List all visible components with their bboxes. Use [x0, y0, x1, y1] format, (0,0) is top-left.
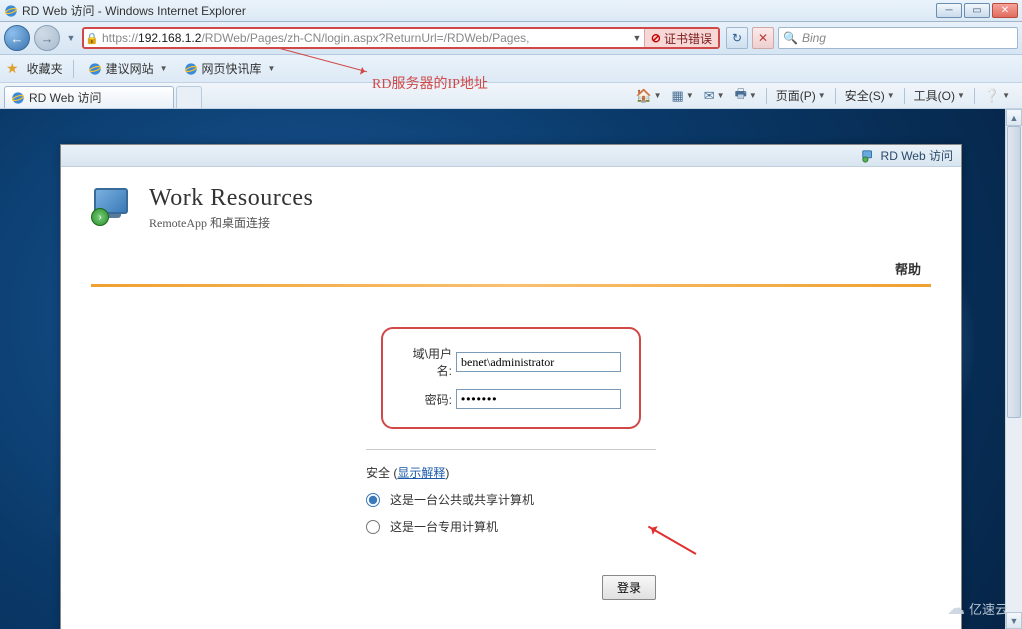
ie-icon	[4, 4, 18, 18]
watermark-text: 亿速云	[969, 599, 1008, 618]
separator	[766, 88, 767, 104]
nav-history-dropdown[interactable]: ▼	[64, 33, 78, 43]
ie-icon	[184, 62, 198, 76]
option-public[interactable]: 这是一台公共或共享计算机	[366, 491, 656, 508]
radio-private[interactable]	[366, 520, 380, 534]
option-private[interactable]: 这是一台专用计算机	[366, 518, 656, 535]
annotation-arrow-login	[648, 526, 697, 555]
url-dropdown-icon[interactable]: ▼	[630, 33, 644, 43]
cmd-label: 工具(O)	[914, 87, 955, 104]
cert-error-icon: ⊘	[651, 31, 661, 45]
chevron-down-icon: ▼	[160, 64, 168, 73]
help-link[interactable]: 帮助	[895, 262, 921, 277]
work-resources-header: › Work Resources RemoteApp 和桌面连接	[61, 167, 961, 239]
page-subtitle: RemoteApp 和桌面连接	[149, 214, 313, 231]
ie-icon	[88, 62, 102, 76]
radio-public[interactable]	[366, 493, 380, 507]
favorites-star-icon[interactable]: ★	[6, 60, 19, 77]
cmd-home[interactable]: 🏠▼	[631, 86, 665, 106]
window-title: RD Web 访问 - Windows Internet Explorer	[22, 2, 936, 19]
back-button[interactable]: ←	[4, 25, 30, 51]
cloud-icon: ☁	[947, 598, 965, 619]
watermark: ☁ 亿速云	[947, 598, 1008, 619]
rd-icon	[861, 149, 875, 163]
search-box[interactable]: 🔍 Bing	[778, 27, 1018, 49]
login-area: 域\用户名: 密码: 安全 (显示解释) 这是一台公共或共享计算机	[61, 287, 961, 620]
rdweb-header-bar: RD Web 访问	[61, 145, 961, 167]
new-tab-button[interactable]	[176, 86, 202, 108]
cmd-page[interactable]: 页面(P)▼	[772, 86, 830, 106]
cmd-help[interactable]: ❔▼	[980, 86, 1014, 106]
scroll-up-button[interactable]: ▲	[1006, 109, 1022, 126]
cmd-mail[interactable]: ✉▼	[700, 86, 729, 106]
login-box-highlight: 域\用户名: 密码:	[381, 327, 641, 429]
cmd-tools[interactable]: 工具(O)▼	[910, 86, 969, 106]
security-label: 安全	[366, 466, 390, 480]
print-icon: 🖶	[735, 85, 747, 107]
chevron-down-icon: ▼	[268, 64, 276, 73]
password-input[interactable]	[456, 389, 621, 409]
command-bar: 🏠▼ ▦▼ ✉▼ 🖶▼ 页面(P)▼ 安全(S)▼ 工具(O)▼ ❔▼	[202, 83, 1018, 108]
close-button[interactable]: ✕	[992, 3, 1018, 18]
refresh-button[interactable]: ↻	[726, 27, 748, 49]
username-label: 域\用户名:	[401, 345, 452, 379]
help-icon: ❔	[984, 88, 1000, 104]
window-titlebar: RD Web 访问 - Windows Internet Explorer ─ …	[0, 0, 1022, 22]
scroll-down-button[interactable]: ▼	[1006, 612, 1022, 629]
search-placeholder: Bing	[802, 31, 826, 45]
scroll-track[interactable]	[1006, 126, 1022, 612]
rdweb-header-label: RD Web 访问	[881, 147, 953, 164]
search-icon: 🔍	[783, 31, 798, 45]
fav-web-slices[interactable]: 网页快讯库 ▼	[180, 58, 280, 79]
home-icon: 🏠	[635, 88, 651, 104]
fav-item-label: 建议网站	[106, 60, 154, 77]
rdweb-panel: RD Web 访问 › Work Resources RemoteApp 和桌面…	[60, 144, 962, 629]
work-resources-logo: ›	[91, 188, 135, 228]
cmd-label: 安全(S)	[845, 87, 885, 104]
option-public-label: 这是一台公共或共享计算机	[390, 491, 534, 508]
page-viewport: RD Web 访问 › Work Resources RemoteApp 和桌面…	[0, 109, 1022, 629]
scroll-thumb[interactable]	[1007, 126, 1021, 418]
url-text: https://192.168.1.2/RDWeb/Pages/zh-CN/lo…	[100, 31, 630, 45]
cmd-label: 页面(P)	[776, 87, 816, 104]
cmd-feeds[interactable]: ▦▼	[668, 86, 698, 106]
fav-suggested-sites[interactable]: 建议网站 ▼	[84, 58, 172, 79]
rss-icon: ▦	[672, 88, 684, 104]
password-label: 密码:	[401, 391, 452, 408]
show-explanation-link[interactable]: 显示解释	[397, 466, 445, 480]
tab-label: RD Web 访问	[29, 89, 101, 106]
option-private-label: 这是一台专用计算机	[390, 518, 498, 535]
separator	[904, 88, 905, 104]
stop-button[interactable]: ✕	[752, 27, 774, 49]
certificate-error-badge[interactable]: ⊘ 证书错误	[644, 29, 718, 47]
maximize-button[interactable]: ▭	[964, 3, 990, 18]
cmd-safety[interactable]: 安全(S)▼	[841, 86, 899, 106]
separator	[835, 88, 836, 104]
tab-rdweb[interactable]: RD Web 访问	[4, 86, 174, 108]
tab-bar: RD Web 访问 🏠▼ ▦▼ ✉▼ 🖶▼ 页面(P)▼ 安全(S)▼ 工具(O…	[0, 83, 1022, 109]
page-title: Work Resources	[149, 185, 313, 212]
cmd-print[interactable]: 🖶▼	[731, 86, 761, 106]
separator	[73, 60, 74, 78]
favorites-label[interactable]: 收藏夹	[27, 60, 63, 77]
annotation-text: RD服务器的IP地址	[372, 73, 488, 93]
lock-icon: 🔒	[84, 32, 100, 45]
forward-button[interactable]: →	[34, 25, 60, 51]
minimize-button[interactable]: ─	[936, 3, 962, 18]
fav-item-label: 网页快讯库	[202, 60, 262, 77]
cert-error-label: 证书错误	[664, 30, 712, 47]
favorites-bar: ★ 收藏夹 建议网站 ▼ 网页快讯库 ▼	[0, 55, 1022, 83]
mail-icon: ✉	[704, 88, 715, 104]
login-button[interactable]: 登录	[602, 575, 656, 600]
security-block: 安全 (显示解释) 这是一台公共或共享计算机 这是一台专用计算机	[366, 449, 656, 535]
ie-icon	[11, 91, 25, 105]
address-bar[interactable]: 🔒 https://192.168.1.2/RDWeb/Pages/zh-CN/…	[82, 27, 720, 49]
vertical-scrollbar[interactable]: ▲ ▼	[1005, 109, 1022, 629]
separator	[974, 88, 975, 104]
username-input[interactable]	[456, 352, 621, 372]
navigation-bar: ← → ▼ 🔒 https://192.168.1.2/RDWeb/Pages/…	[0, 22, 1022, 55]
